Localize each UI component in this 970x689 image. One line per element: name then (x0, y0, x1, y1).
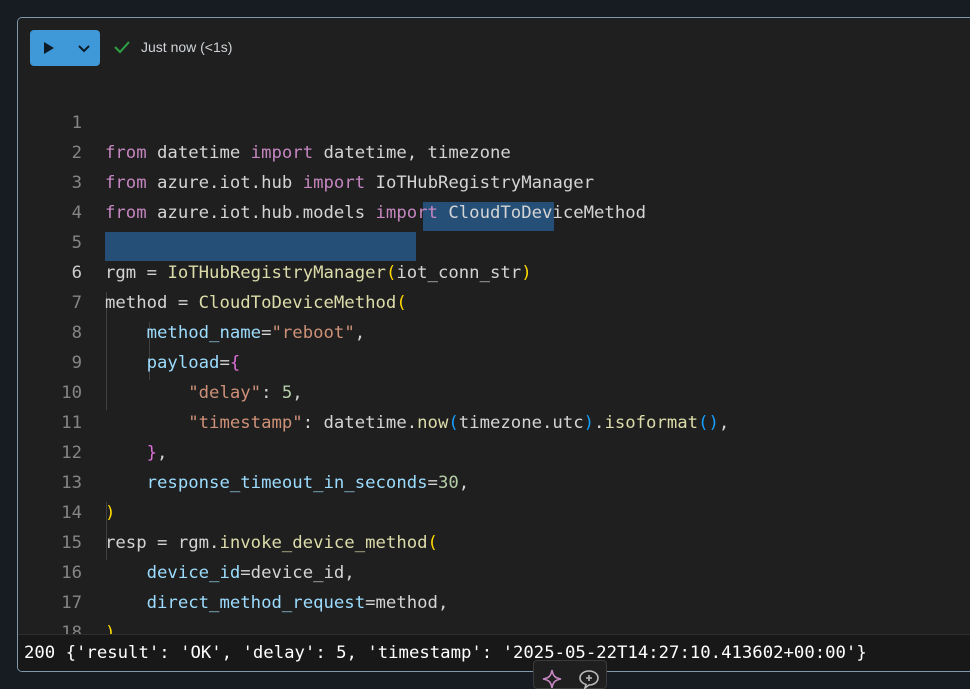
code-line: 7 method_name="reboot", (18, 258, 970, 343)
cell-output: 200 {'result': 'OK', 'delay': 5, 'timest… (18, 634, 970, 671)
inline-chat-toolbar (533, 660, 607, 689)
code-line: 8 payload={ (18, 288, 970, 373)
output-text: 200 {'result': 'OK', 'delay': 5, 'timest… (24, 643, 867, 663)
code-line: 10 "timestamp": datetime.now(timezone.ut… (18, 348, 970, 433)
chat-bubble-icon[interactable] (578, 669, 600, 689)
code-line: 2 from azure.iot.hub import IoTHubRegist… (18, 108, 970, 193)
code-line: 13 ) (18, 438, 970, 523)
code-line: 12 response_timeout_in_seconds=30, (18, 408, 970, 493)
sparkle-icon[interactable] (542, 669, 562, 689)
code-line: 15 device_id=device_id, (18, 498, 970, 583)
code-line: 3 from azure.iot.hub.models import Cloud… (18, 138, 970, 223)
code-line: 6 method = CloudToDeviceMethod( (18, 228, 970, 313)
check-icon (114, 41, 130, 54)
code-line: 4 (18, 168, 970, 223)
run-cell-button[interactable] (30, 30, 100, 66)
code-line: 16 direct_method_request=method, (18, 528, 970, 613)
play-icon[interactable] (44, 42, 54, 54)
code-line: 9 "delay": 5, (18, 318, 970, 403)
code-line: 17 ) (18, 558, 970, 643)
code-line: 1 from datetime import datetime, timezon… (18, 78, 970, 163)
code-line: 14 resp = rgm.invoke_device_method( (18, 468, 970, 553)
code-editor[interactable]: 1 from datetime import datetime, timezon… (18, 78, 970, 671)
execution-time-label: Just now (<1s) (141, 39, 233, 55)
code-line: 11 }, (18, 378, 970, 463)
code-line: 18 print(resp.status, resp.payload) (18, 588, 970, 671)
notebook-cell[interactable]: Just now (<1s) 1 from datetime import da… (17, 17, 970, 672)
code-line: 5 rgm = IoTHubRegistryManager(iot_conn_s… (18, 198, 970, 283)
chevron-down-icon[interactable] (76, 40, 92, 56)
cell-toolbar: Just now (<1s) (18, 18, 970, 78)
execution-status: Just now (<1s) (113, 38, 232, 56)
